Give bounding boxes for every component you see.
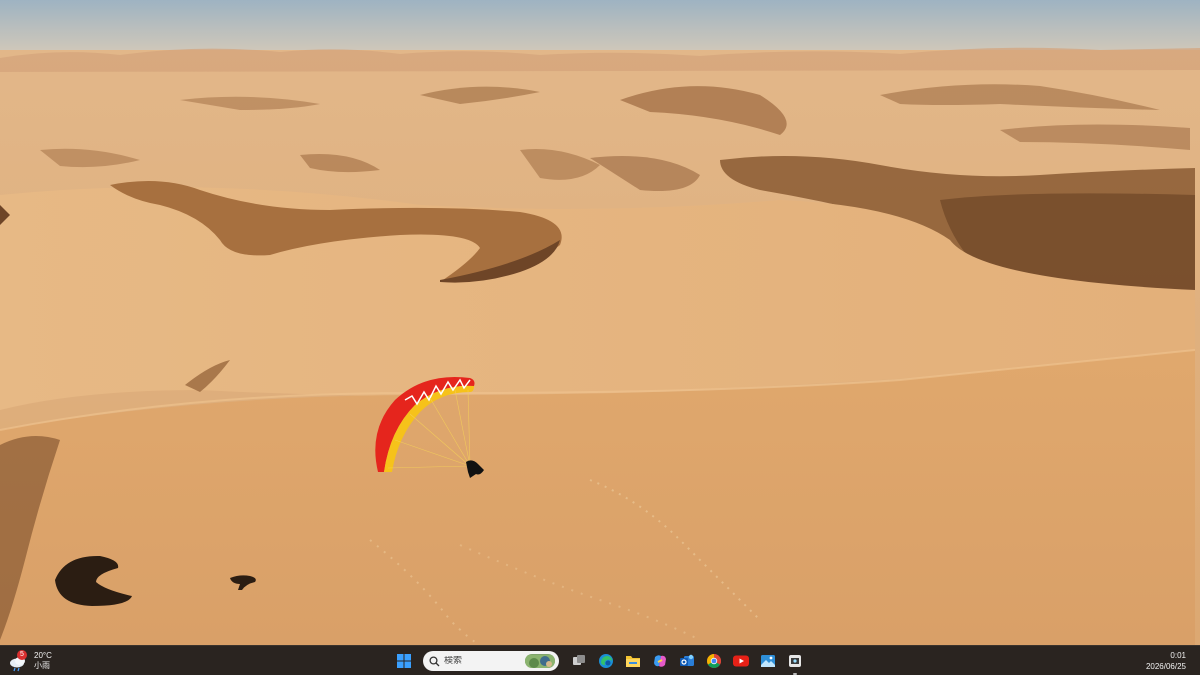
system-clock[interactable]: 0:01 2026/06/25 [1146,650,1186,672]
weather-temperature: 20°C [34,651,52,660]
clock-date: 2026/06/25 [1145,662,1186,671]
cloud-rain-icon: 5 [8,650,30,672]
search-icon [429,655,440,666]
taskbar-app-chrome[interactable] [702,649,726,673]
folder-icon [626,656,640,667]
weather-widget[interactable]: 5 20°C 小雨 [8,649,52,673]
windows-start-icon [397,654,411,668]
search-input[interactable] [440,656,518,666]
app-icon [789,655,801,667]
desert-dunes-wallpaper [0,0,1200,645]
taskbar-app-photos[interactable] [756,649,780,673]
start-button[interactable] [392,649,416,673]
taskbar-apps [392,649,810,675]
desktop-wallpaper [0,0,1200,645]
edge-icon [599,654,613,668]
task-view-icon [573,655,585,665]
taskbar-app-edge[interactable] [594,649,618,673]
search-highlight-image [525,654,555,668]
clock-time: 0:01 [1170,651,1186,660]
taskbar-app-task-view[interactable] [567,649,591,673]
outlook-icon [680,654,694,666]
chrome-icon [707,654,721,668]
taskbar-app-outlook[interactable] [675,649,699,673]
taskbar-app-youtube[interactable] [729,649,753,673]
copilot-icon [654,655,666,667]
taskbar-app-file-explorer[interactable] [621,649,645,673]
photos-icon [761,655,775,667]
taskbar-app-copilot[interactable] [648,649,672,673]
youtube-icon [733,655,749,667]
taskbar-search[interactable] [423,651,559,671]
weather-badge: 5 [17,650,27,660]
taskbar-app-snipping-tool[interactable] [783,649,807,675]
weather-condition: 小雨 [34,661,50,670]
taskbar: 5 20°C 小雨 検索 0:01 2026/06/25 [0,645,1200,675]
